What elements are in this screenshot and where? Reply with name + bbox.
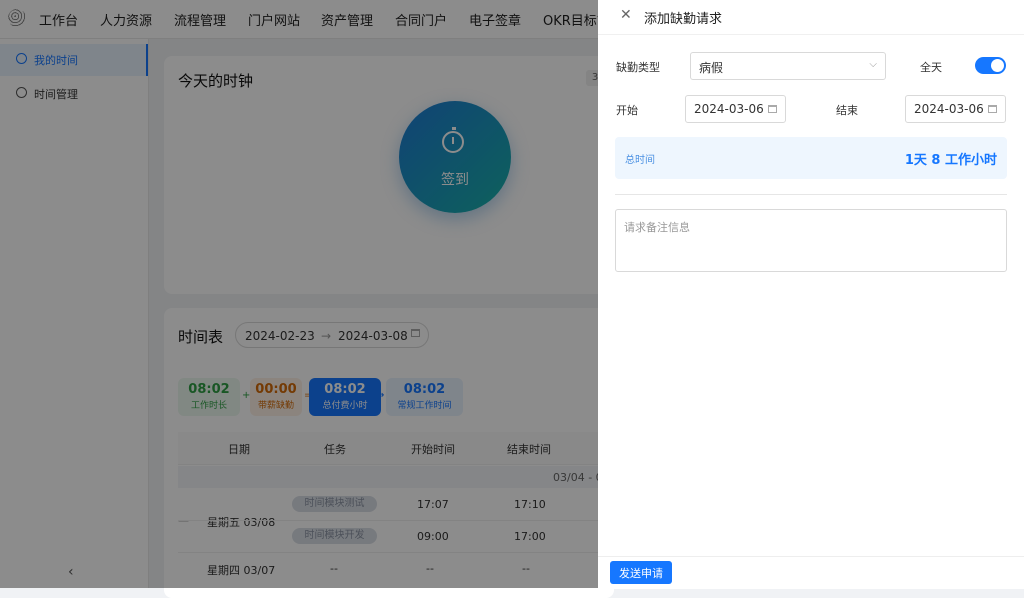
- chevron-down-icon: ⌵: [869, 59, 877, 70]
- all-day-toggle[interactable]: [975, 57, 1006, 74]
- absence-type-label: 缺勤类型: [616, 61, 660, 74]
- toggle-knob: [991, 59, 1004, 72]
- divider: [615, 194, 1007, 195]
- total-time-value: 1天 8 工作小时: [904, 153, 997, 168]
- total-time-label: 总时间: [625, 155, 655, 166]
- drawer-footer: 发送申请: [598, 556, 1024, 589]
- end-date-value: 2024-03-06: [914, 102, 984, 116]
- start-date-value: 2024-03-06: [694, 102, 764, 116]
- submit-request-button[interactable]: 发送申请: [610, 561, 672, 584]
- absence-type-value: 病假: [699, 61, 724, 75]
- drawer-header: ✕ 添加缺勤请求: [598, 0, 1024, 35]
- total-time-box: 总时间 1天 8 工作小时: [615, 137, 1007, 179]
- start-label: 开始: [616, 104, 638, 117]
- calendar-icon: [768, 105, 777, 113]
- remark-textarea[interactable]: 请求备注信息: [615, 209, 1007, 272]
- end-label: 结束: [836, 104, 858, 117]
- start-date-input[interactable]: 2024-03-06: [685, 95, 786, 123]
- remark-placeholder: 请求备注信息: [624, 221, 690, 234]
- absence-type-select[interactable]: 病假 ⌵: [690, 52, 886, 80]
- drawer-title: 添加缺勤请求: [644, 12, 723, 27]
- close-icon[interactable]: ✕: [620, 7, 632, 23]
- calendar-icon: [988, 105, 997, 113]
- end-date-input[interactable]: 2024-03-06: [905, 95, 1006, 123]
- all-day-label: 全天: [920, 61, 942, 74]
- add-absence-drawer: ✕ 添加缺勤请求 缺勤类型 病假 ⌵ 全天 开始 2024-03-06 结束 2…: [598, 0, 1024, 589]
- modal-overlay[interactable]: [0, 0, 598, 588]
